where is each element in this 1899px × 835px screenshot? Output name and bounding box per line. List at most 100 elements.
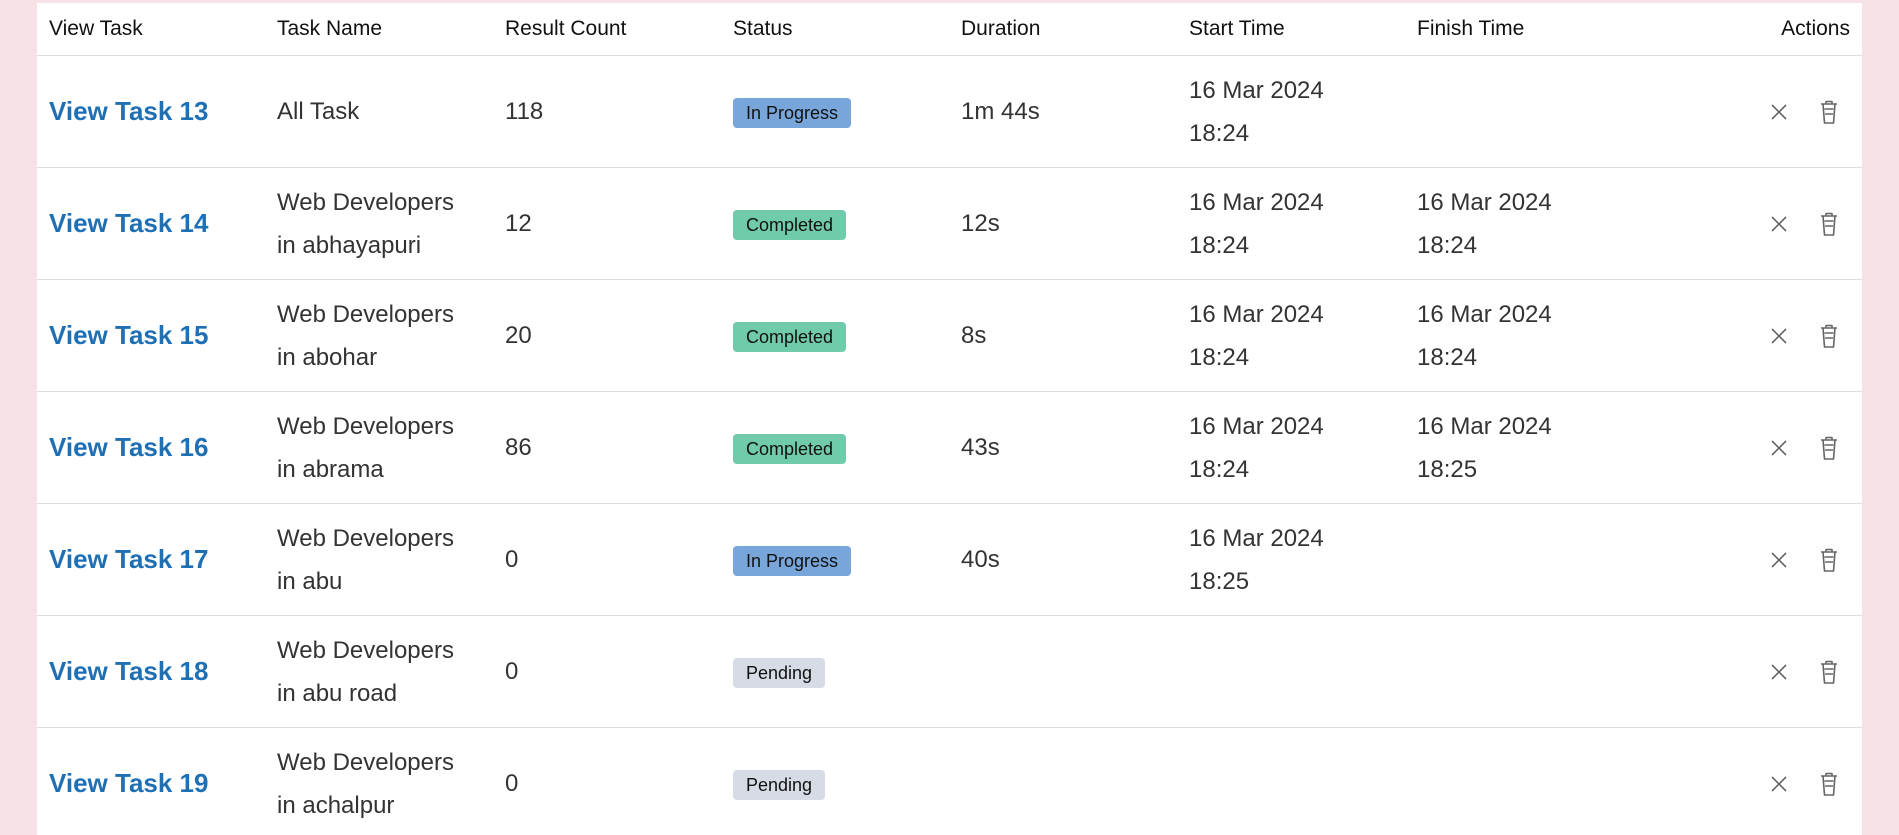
task-name-line2: in abohar xyxy=(277,343,378,371)
close-icon[interactable] xyxy=(1762,95,1796,129)
actions-cell xyxy=(1633,543,1862,577)
start-clock: 18:25 xyxy=(1189,567,1250,595)
close-icon[interactable] xyxy=(1762,207,1796,241)
view-task-link[interactable]: View Task 14 xyxy=(49,208,208,238)
start-time-cell: 16 Mar 2024 18:24 xyxy=(1177,181,1405,267)
status-badge: Completed xyxy=(733,210,847,240)
start-clock: 18:24 xyxy=(1189,455,1250,483)
task-name-line1: All Task xyxy=(277,98,360,125)
table-row: View Task 16 Web Developers in abrama 86 Com… xyxy=(37,392,1862,504)
view-task-link[interactable]: View Task 19 xyxy=(49,768,208,798)
duration-cell: 40s xyxy=(961,546,1000,573)
actions-cell xyxy=(1633,767,1862,801)
trash-icon[interactable] xyxy=(1812,655,1846,689)
trash-icon[interactable] xyxy=(1812,767,1846,801)
duration-cell: 1m 44s xyxy=(961,98,1040,125)
view-task-link[interactable]: View Task 13 xyxy=(49,96,208,126)
start-date: 16 Mar 2024 xyxy=(1189,76,1324,104)
header-task-name: Task Name xyxy=(277,17,383,40)
status-badge: In Progress xyxy=(733,546,852,576)
task-name-cell: Web Developers in abohar xyxy=(265,293,493,379)
finish-clock: 18:24 xyxy=(1417,343,1478,371)
view-task-link[interactable]: View Task 16 xyxy=(49,432,208,462)
task-name-line1: Web Developers xyxy=(277,188,454,216)
finish-time-cell: 16 Mar 2024 18:24 xyxy=(1405,293,1633,379)
task-name-cell: Web Developers in abu road xyxy=(265,629,493,715)
table-row: View Task 14 Web Developers in abhayapuri 1… xyxy=(37,168,1862,280)
task-name-cell: All Task xyxy=(265,90,493,133)
header-actions: Actions xyxy=(1781,17,1850,40)
table-row: View Task 15 Web Developers in abohar 20 Com… xyxy=(37,280,1862,392)
table-row: View Task 17 Web Developers in abu 0 In Prog… xyxy=(37,504,1862,616)
header-finish-time: Finish Time xyxy=(1417,17,1525,40)
task-name-cell: Web Developers in abu xyxy=(265,517,493,603)
close-icon[interactable] xyxy=(1762,655,1796,689)
finish-clock: 18:25 xyxy=(1417,455,1478,483)
trash-icon[interactable] xyxy=(1812,431,1846,465)
task-name-line2: in abrama xyxy=(277,455,384,483)
result-count-cell: 0 xyxy=(505,770,519,797)
table-body: View Task 13 All Task 118 In Progress 1m 44s… xyxy=(37,56,1862,835)
close-icon[interactable] xyxy=(1762,543,1796,577)
start-time-cell: 16 Mar 2024 18:25 xyxy=(1177,517,1405,603)
task-name-cell: Web Developers in abrama xyxy=(265,405,493,491)
task-name-line1: Web Developers xyxy=(277,412,454,440)
header-status: Status xyxy=(733,17,793,40)
result-count-cell: 0 xyxy=(505,658,519,685)
start-date: 16 Mar 2024 xyxy=(1189,300,1324,328)
status-badge: Completed xyxy=(733,434,847,464)
result-count-cell: 118 xyxy=(505,98,544,125)
result-count-cell: 0 xyxy=(505,546,519,573)
task-name-line1: Web Developers xyxy=(277,636,454,664)
duration-cell: 8s xyxy=(961,322,987,349)
status-badge: Completed xyxy=(733,322,847,352)
header-result-count: Result Count xyxy=(505,17,627,40)
task-name-line1: Web Developers xyxy=(277,300,454,328)
view-task-link[interactable]: View Task 18 xyxy=(49,656,208,686)
actions-cell xyxy=(1633,319,1862,353)
start-clock: 18:24 xyxy=(1189,119,1250,147)
result-count-cell: 20 xyxy=(505,322,532,349)
finish-date: 16 Mar 2024 xyxy=(1417,188,1552,216)
start-clock: 18:24 xyxy=(1189,231,1250,259)
start-clock: 18:24 xyxy=(1189,343,1250,371)
result-count-cell: 86 xyxy=(505,434,532,461)
start-time-cell: 16 Mar 2024 18:24 xyxy=(1177,69,1405,155)
view-task-link[interactable]: View Task 17 xyxy=(49,544,208,574)
task-name-cell: Web Developers in achalpur xyxy=(265,741,493,827)
start-time-cell: 16 Mar 2024 18:24 xyxy=(1177,293,1405,379)
finish-date: 16 Mar 2024 xyxy=(1417,300,1552,328)
status-badge: Pending xyxy=(733,770,826,800)
trash-icon[interactable] xyxy=(1812,319,1846,353)
trash-icon[interactable] xyxy=(1812,207,1846,241)
table-header: View Task Task Name Result Count Status … xyxy=(37,0,1862,56)
actions-cell xyxy=(1633,431,1862,465)
start-date: 16 Mar 2024 xyxy=(1189,524,1324,552)
actions-cell xyxy=(1633,655,1862,689)
task-name-line2: in abu road xyxy=(277,679,398,707)
close-icon[interactable] xyxy=(1762,319,1796,353)
table-row: View Task 19 Web Developers in achalpur 0 Pe… xyxy=(37,728,1862,835)
task-name-line2: in achalpur xyxy=(277,791,395,819)
start-date: 16 Mar 2024 xyxy=(1189,412,1324,440)
status-badge: In Progress xyxy=(733,98,852,128)
trash-icon[interactable] xyxy=(1812,95,1846,129)
actions-cell xyxy=(1633,95,1862,129)
task-name-cell: Web Developers in abhayapuri xyxy=(265,181,493,267)
tasks-panel: View Task Task Name Result Count Status … xyxy=(37,0,1862,835)
task-name-line2: in abhayapuri xyxy=(277,231,422,259)
table-row: View Task 13 All Task 118 In Progress 1m 44s… xyxy=(37,56,1862,168)
view-task-link[interactable]: View Task 15 xyxy=(49,320,208,350)
start-date: 16 Mar 2024 xyxy=(1189,188,1324,216)
duration-cell: 12s xyxy=(961,210,1000,237)
task-name-line2: in abu xyxy=(277,567,343,595)
duration-cell: 43s xyxy=(961,434,1000,461)
trash-icon[interactable] xyxy=(1812,543,1846,577)
task-name-line1: Web Developers xyxy=(277,748,454,776)
result-count-cell: 12 xyxy=(505,210,532,237)
task-name-line1: Web Developers xyxy=(277,524,454,552)
close-icon[interactable] xyxy=(1762,767,1796,801)
finish-clock: 18:24 xyxy=(1417,231,1478,259)
start-time-cell: 16 Mar 2024 18:24 xyxy=(1177,405,1405,491)
close-icon[interactable] xyxy=(1762,431,1796,465)
